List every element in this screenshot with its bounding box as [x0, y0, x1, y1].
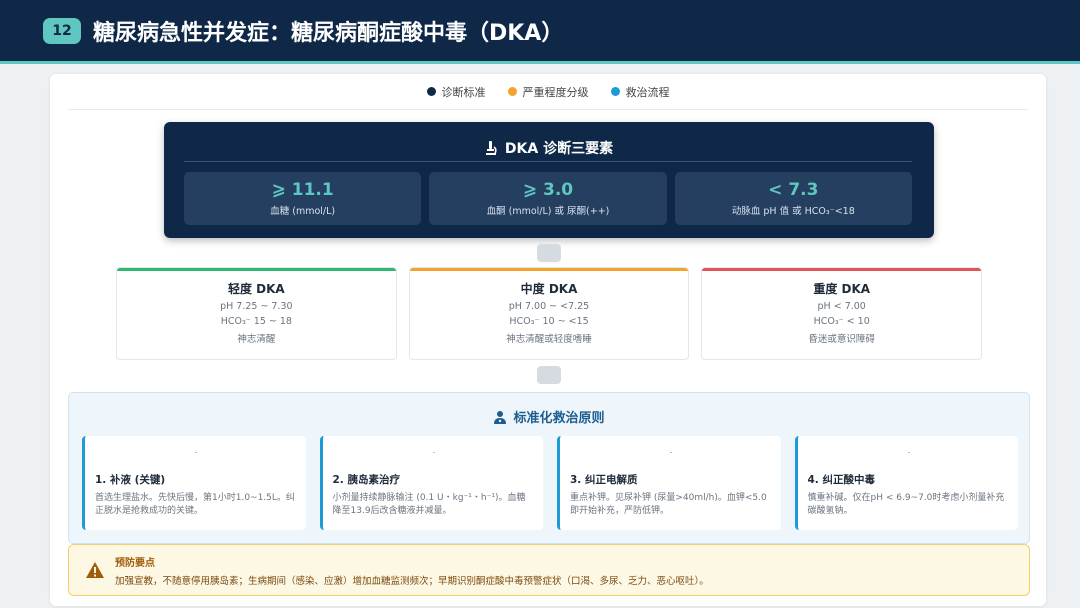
prevention-text: 加强宣教，不随意停用胰岛素；生病期间（感染、应激）增加血糖监测频次；早期识别酮症… [115, 576, 709, 587]
step-title: 2. 胰岛素治疗 [332, 474, 400, 486]
connector-arrow [537, 366, 561, 384]
legend-label: 严重程度分级 [522, 85, 589, 99]
treatment-box: 标准化救治原则 1. 补液 (关键) 首选生理盐水。先快后慢，第1小时1.0~1… [68, 392, 1030, 544]
page-title: 糖尿病急性并发症：糖尿病酮症酸中毒（DKA） [93, 20, 564, 46]
criterion-label: 血酮 (mmol/L) 或 尿酮(++) [486, 206, 610, 217]
severity-card-mild: 轻度 DKA pH 7.25 ~ 7.30 HCO₃⁻ 15 ~ 18 神志清醒 [116, 267, 397, 360]
severity-name: 重度 DKA [813, 282, 871, 296]
severity-ph: pH 7.00 ~ <7.25 [508, 301, 590, 312]
connector-arrow [537, 244, 561, 262]
step-description: 首选生理盐水。先快后慢，第1小时1.0~1.5L。纠正脱水是抢救成功的关键。 [95, 493, 295, 517]
severity-bar [409, 268, 689, 271]
criterion-value: < 7.3 [768, 180, 819, 200]
severity-card-moderate: 中度 DKA pH 7.00 ~ <7.25 HCO₃⁻ 10 ~ <15 神志… [408, 267, 690, 360]
criterion-ph: < 7.3 动脉血 pH 值 或 HCO₃⁻<18 [674, 172, 912, 225]
severity-card-severe: 重度 DKA pH < 7.00 HCO₃⁻ < 10 昏迷或意识障碍 [701, 267, 983, 360]
severity-row: 轻度 DKA pH 7.25 ~ 7.30 HCO₃⁻ 15 ~ 18 神志清醒… [116, 267, 983, 360]
criterion-value: ⩾ 3.0 [522, 180, 574, 200]
step-marker [670, 452, 673, 453]
severity-name: 轻度 DKA [227, 282, 285, 296]
treatment-step-electrolyte: 3. 纠正电解质 重点补钾。见尿补钾 (尿量>40ml/h)。血钾<5.0即开始… [557, 436, 781, 530]
severity-bar [702, 268, 982, 271]
slide-number-badge: 12 [43, 17, 81, 44]
step-title: 3. 纠正电解质 [570, 474, 638, 486]
title-bar: 12 糖尿病急性并发症：糖尿病酮症酸中毒（DKA） [0, 0, 1080, 64]
legend-dot [610, 87, 620, 96]
step-description: 慎重补碱。仅在pH < 6.9~7.0时考虑小剂量补充碳酸氢钠。 [807, 493, 1005, 517]
prevention-title: 预防要点 [115, 558, 155, 569]
criterion-value: ⩾ 11.1 [271, 180, 334, 200]
step-description: 重点补钾。见尿补钾 (尿量>40ml/h)。血钾<5.0即开始补充，严防低钾。 [570, 493, 767, 517]
treatment-header: 标准化救治原则 [69, 407, 1029, 426]
diagnosis-box: DKA 诊断三要素 ⩾ 11.1 血糖 (mmol/L) ⩾ 3.0 血酮 (m… [164, 122, 934, 238]
legend-label: 诊断标准 [441, 85, 486, 99]
step-description: 小剂量持续静脉输注 (0.1 U・kg⁻¹・h⁻¹)。血糖降至13.9后改含糖液… [332, 493, 526, 517]
step-title: 4. 纠正酸中毒 [807, 474, 875, 486]
severity-hco3: HCO₃⁻ < 10 [813, 316, 870, 327]
step-marker [195, 452, 198, 453]
criterion-glucose: ⩾ 11.1 血糖 (mmol/L) [184, 172, 422, 225]
severity-consciousness: 神志清醒 [237, 334, 276, 345]
diagnosis-criteria: ⩾ 11.1 血糖 (mmol/L) ⩾ 3.0 血酮 (mmol/L) 或 尿… [184, 172, 912, 225]
step-title: 1. 补液 (关键) [95, 474, 166, 486]
diagnosis-header: DKA 诊断三要素 [184, 134, 912, 162]
treatment-step-acidosis: 4. 纠正酸中毒 慎重补碱。仅在pH < 6.9~7.0时考虑小剂量补充碳酸氢钠… [794, 436, 1018, 530]
severity-consciousness: 昏迷或意识障碍 [808, 334, 875, 345]
treatment-step-fluid: 1. 补液 (关键) 首选生理盐水。先快后慢，第1小时1.0~1.5L。纠正脱水… [82, 436, 306, 530]
prevention-alert: 预防要点 加强宣教，不随意停用胰岛素；生病期间（感染、应激）增加血糖监测频次；早… [68, 544, 1030, 596]
severity-name: 中度 DKA [520, 282, 578, 296]
severity-ph: pH < 7.00 [817, 301, 866, 312]
criterion-ketone: ⩾ 3.0 血酮 (mmol/L) 或 尿酮(++) [429, 172, 667, 225]
legend-item-severity: 严重程度分级 [507, 84, 589, 100]
content-panel: 诊断标准 严重程度分级 救治流程 DKA 诊断三要素 ⩾ 11.1 血糖 (mm… [50, 74, 1046, 606]
legend-item-diagnosis: 诊断标准 [426, 84, 486, 100]
legend-dot [507, 87, 517, 96]
diagnosis-title: DKA 诊断三要素 [504, 140, 614, 157]
legend-label: 救治流程 [625, 85, 670, 99]
severity-ph: pH 7.25 ~ 7.30 [220, 301, 293, 312]
step-marker [432, 452, 435, 453]
severity-consciousness: 神志清醒或轻度嗜睡 [506, 334, 592, 345]
warning-icon [86, 562, 104, 578]
legend-dot [426, 87, 436, 96]
microscope-icon [485, 140, 497, 155]
criterion-label: 动脉血 pH 值 或 HCO₃⁻<18 [731, 206, 855, 217]
severity-hco3: HCO₃⁻ 15 ~ 18 [220, 316, 292, 327]
treatment-title: 标准化救治原则 [513, 411, 605, 426]
severity-hco3: HCO₃⁻ 10 ~ <15 [509, 316, 589, 327]
legend: 诊断标准 严重程度分级 救治流程 [68, 74, 1028, 110]
legend-item-treatment: 救治流程 [610, 84, 670, 100]
doctor-icon [494, 410, 507, 424]
criterion-label: 血糖 (mmol/L) [270, 206, 336, 217]
treatment-step-insulin: 2. 胰岛素治疗 小剂量持续静脉输注 (0.1 U・kg⁻¹・h⁻¹)。血糖降至… [319, 436, 543, 530]
treatment-steps: 1. 补液 (关键) 首选生理盐水。先快后慢，第1小时1.0~1.5L。纠正脱水… [82, 436, 1018, 530]
step-marker [907, 452, 910, 453]
severity-bar [117, 268, 396, 271]
